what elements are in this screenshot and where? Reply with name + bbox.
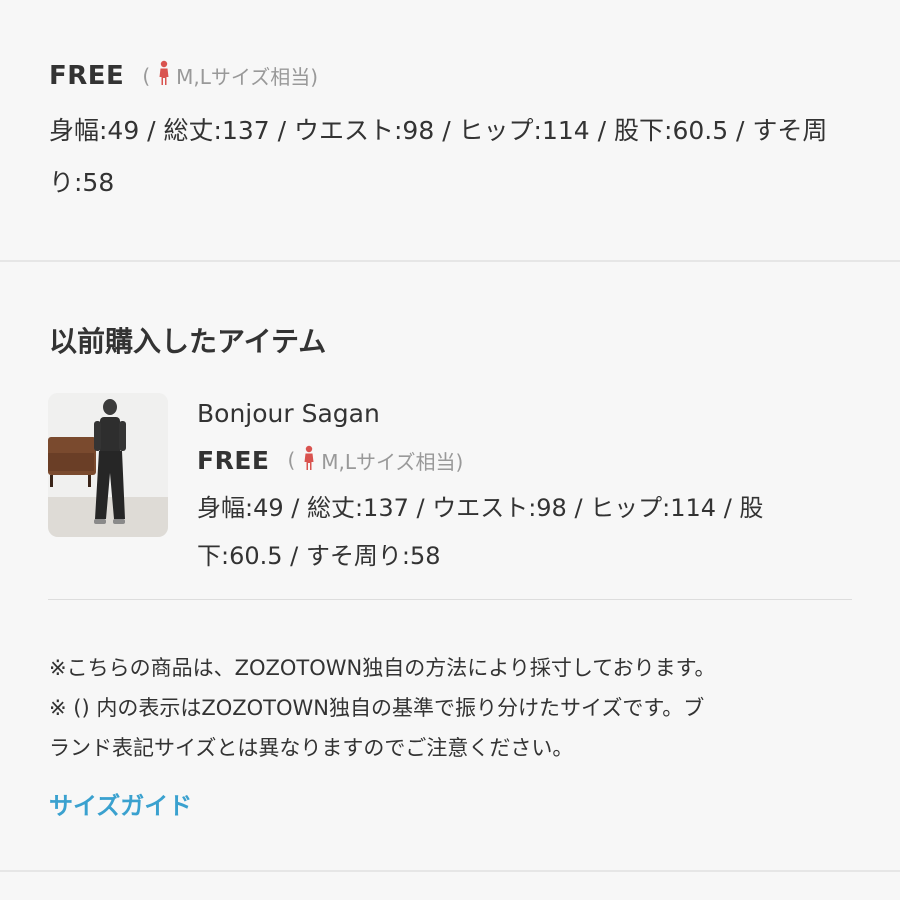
divider xyxy=(48,599,852,600)
note-line: ※ () 内の表示はZOZOTOWN独自の基準で振り分けたサイズです。ブ xyxy=(49,696,705,720)
size-name: FREE xyxy=(49,60,125,91)
item-equiv-text: M,Lサイズ相当) xyxy=(321,449,464,474)
bottom-border xyxy=(0,870,900,872)
size-info-page: FREE ( M,Lサイズ相当) 身幅:49 / 総丈:137 / ウエスト:9… xyxy=(0,0,900,900)
equiv-open-paren: ( xyxy=(142,63,151,88)
size-equivalent: ( M,Lサイズ相当) xyxy=(142,60,318,91)
size-section: FREE ( M,Lサイズ相当) 身幅:49 / 総丈:137 / ウエスト:9… xyxy=(0,0,900,262)
item-measurements: 身幅:49 / 総丈:137 / ウエスト:98 / ヒップ:114 / 股下:… xyxy=(197,494,764,570)
person-icon xyxy=(303,445,315,476)
item-info: Bonjour Sagan FREE ( M,Lサイズ相当) 身幅:49 / 総… xyxy=(197,392,857,580)
item-photo xyxy=(48,393,168,537)
note-line: ランド表記サイズとは異なりますのでご注意ください。 xyxy=(49,736,574,760)
equiv-text: M,Lサイズ相当) xyxy=(176,65,319,89)
size-guide-link[interactable]: サイズガイド xyxy=(49,786,192,821)
size-row: FREE ( M,Lサイズ相当) xyxy=(49,60,318,91)
person-icon xyxy=(158,60,170,91)
note-line: ※こちらの商品は、ZOZOTOWN独自の方法により採寸しております。 xyxy=(49,656,716,680)
item-equiv-open-paren: ( xyxy=(287,448,296,472)
item-size-equivalent: ( M,Lサイズ相当) xyxy=(287,445,463,476)
item-thumbnail[interactable] xyxy=(48,393,168,537)
item-size-row: FREE ( M,Lサイズ相当) xyxy=(197,436,857,484)
purchased-section-title: 以前購入したアイテム xyxy=(49,325,327,358)
size-notes: ※こちらの商品は、ZOZOTOWN独自の方法により採寸しております。 ※ () … xyxy=(49,648,849,768)
size-measurements: 身幅:49 / 総丈:137 / ウエスト:98 / ヒップ:114 / 股下:… xyxy=(49,116,828,197)
item-size-name: FREE xyxy=(197,445,270,475)
item-brand[interactable]: Bonjour Sagan xyxy=(197,392,857,436)
